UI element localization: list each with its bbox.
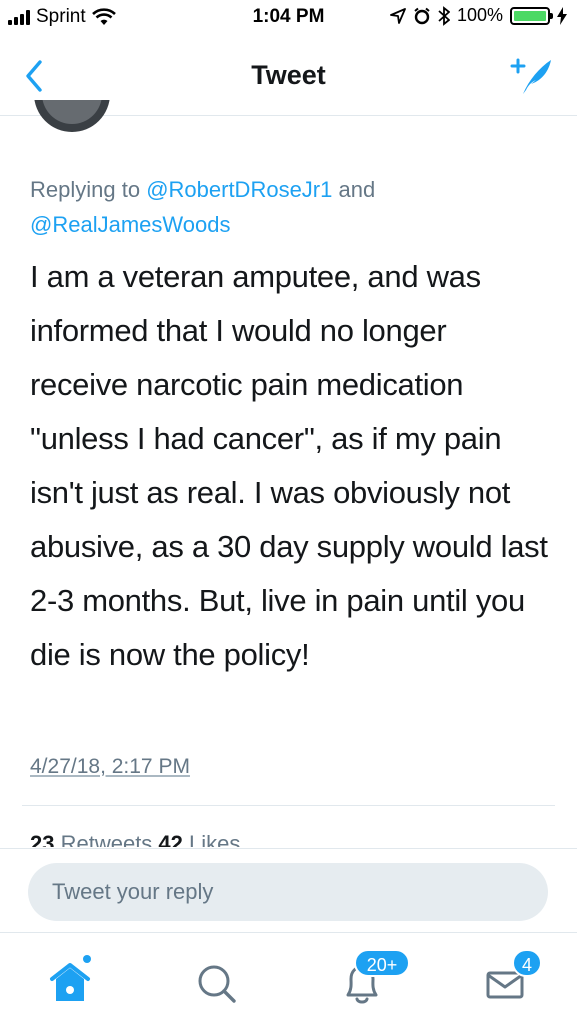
- tweet-stats: 23 Retweets 42 Likes: [30, 831, 240, 847]
- tab-bar: 20+ 4: [0, 932, 577, 1024]
- reply-handle-link[interactable]: @RealJamesWoods: [30, 212, 230, 237]
- battery-icon: [510, 6, 553, 25]
- reply-and-text: and: [332, 177, 376, 202]
- reply-input[interactable]: Tweet your reply: [28, 863, 548, 921]
- messages-badge: 4: [512, 949, 542, 977]
- replying-to-prefix: Replying to: [30, 177, 147, 202]
- alarm-icon: [414, 7, 430, 24]
- reply-bar: Tweet your reply: [0, 848, 577, 932]
- home-icon: [50, 955, 91, 1001]
- bluetooth-icon: [438, 5, 450, 26]
- battery-fill: [514, 10, 546, 21]
- divider: [22, 805, 555, 806]
- charging-bolt-icon: [557, 6, 567, 25]
- battery-percent: 100%: [456, 5, 503, 25]
- compose-tweet-icon: [510, 58, 551, 94]
- tab-notifications[interactable]: 20+: [332, 949, 410, 1011]
- page-title: Tweet: [251, 60, 326, 90]
- status-right: 100%: [390, 5, 567, 26]
- tweet-timestamp[interactable]: 4/27/18, 2:17 PM: [30, 755, 190, 779]
- compose-tweet-button[interactable]: [509, 54, 555, 98]
- status-bar: Sprint 1:04 PM 100%: [0, 0, 577, 38]
- likes-count[interactable]: 42: [158, 831, 182, 847]
- author-avatar[interactable]: [34, 100, 130, 140]
- likes-label[interactable]: Likes: [183, 831, 240, 847]
- search-icon: [198, 965, 236, 1003]
- reply-handle-link[interactable]: @RobertDRoseJr1: [146, 177, 332, 202]
- retweets-label[interactable]: Retweets: [54, 831, 158, 847]
- notifications-badge: 20+: [354, 949, 410, 977]
- tweet-text: I am a veteran amputee, and was informed…: [30, 259, 548, 672]
- tab-home[interactable]: [40, 955, 100, 1011]
- retweets-count[interactable]: 23: [30, 831, 54, 847]
- replying-to-line: Replying to @RobertDRoseJr1 and @RealJam…: [30, 172, 550, 242]
- avatar-image: [34, 100, 110, 132]
- tab-search[interactable]: [186, 955, 246, 1011]
- tab-messages[interactable]: 4: [476, 949, 542, 1011]
- location-arrow-icon: [390, 7, 406, 24]
